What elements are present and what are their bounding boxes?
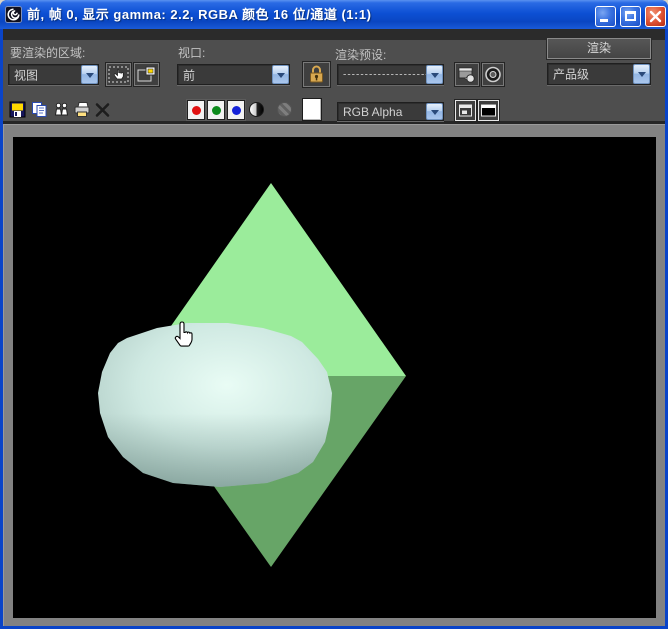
blue-channel-icon: [232, 106, 241, 115]
viewport-value: 前: [183, 66, 195, 83]
chevron-down-icon: [431, 73, 439, 82]
minimize-button[interactable]: [595, 6, 616, 27]
toggle-overlays-icon: [456, 101, 475, 120]
viewport-lock-button[interactable]: [303, 62, 330, 87]
red-channel-button[interactable]: [187, 100, 205, 120]
client-area: 要渲染的区域: 视图 视口: 前: [3, 29, 665, 626]
render-preset-label: 渲染预设:: [335, 46, 386, 63]
render-button-label: 渲染: [587, 41, 611, 55]
app-icon: [5, 6, 22, 23]
close-button[interactable]: [645, 6, 666, 27]
blue-channel-button[interactable]: [227, 100, 245, 120]
edit-region-icon: [107, 64, 130, 85]
capsule-object: [98, 323, 332, 487]
minimize-icon: [600, 19, 608, 22]
environment-dialog-button[interactable]: [482, 63, 504, 86]
green-channel-icon: [212, 106, 221, 115]
maximize-button[interactable]: [620, 6, 641, 27]
dropdown-arrow-button[interactable]: [633, 64, 650, 84]
render-frame-border: [3, 124, 665, 626]
display-channel-value: RGB Alpha: [343, 105, 402, 119]
rendered-frame-window: 前, 帧 0, 显示 gamma: 2.2, RGBA 颜色 16 位/通道 (…: [0, 0, 668, 629]
lock-icon: [304, 63, 329, 86]
area-to-render-label: 要渲染的区域:: [10, 44, 85, 61]
maximize-icon: [625, 11, 636, 21]
title-bar[interactable]: 前, 帧 0, 显示 gamma: 2.2, RGBA 颜色 16 位/通道 (…: [0, 0, 668, 29]
monochrome-button[interactable]: [249, 102, 264, 117]
clone-rendered-frame-window-button[interactable]: [53, 101, 70, 118]
render-scene: [13, 137, 656, 618]
color-swatch[interactable]: [302, 98, 322, 121]
print-image-button[interactable]: [73, 101, 91, 118]
render-button[interactable]: 渲染: [547, 38, 651, 59]
dropdown-arrow-button[interactable]: [81, 65, 98, 84]
save-image-button[interactable]: [9, 101, 26, 118]
clear-button[interactable]: [94, 101, 111, 118]
area-to-render-dropdown[interactable]: 视图: [8, 64, 99, 85]
edit-region-button[interactable]: [106, 63, 131, 86]
rendered-image[interactable]: [13, 137, 656, 618]
render-mode-value: 产品级: [553, 66, 589, 83]
render-mode-dropdown[interactable]: 产品级: [547, 63, 651, 85]
toggle-ui-icon: [479, 101, 498, 120]
chevron-down-icon: [277, 73, 285, 82]
alpha-channel-button[interactable]: [277, 102, 292, 117]
render-setup-button[interactable]: [455, 63, 479, 86]
environment-icon: [483, 64, 503, 85]
copy-image-button[interactable]: [31, 101, 48, 118]
display-channel-dropdown[interactable]: RGB Alpha: [337, 102, 444, 121]
toggle-overlays-button[interactable]: [455, 100, 476, 121]
dropdown-arrow-button[interactable]: [272, 65, 289, 84]
close-icon: [646, 7, 665, 26]
red-channel-icon: [192, 106, 201, 115]
auto-region-icon: [135, 64, 158, 85]
chevron-down-icon: [638, 72, 646, 81]
window-title: 前, 帧 0, 显示 gamma: 2.2, RGBA 颜色 16 位/通道 (…: [27, 0, 371, 29]
chevron-down-icon: [431, 110, 439, 119]
dropdown-arrow-button[interactable]: [426, 103, 443, 120]
dropdown-arrow-button[interactable]: [426, 65, 443, 84]
area-to-render-value: 视图: [14, 66, 38, 83]
toggle-ui-button[interactable]: [478, 100, 499, 121]
viewport-dropdown[interactable]: 前: [177, 64, 290, 85]
auto-region-button[interactable]: [134, 63, 159, 86]
render-preset-dropdown[interactable]: --------------------------: [337, 64, 444, 85]
viewport-label: 视口:: [178, 44, 205, 61]
green-channel-button[interactable]: [207, 100, 225, 120]
render-setup-icon: [456, 64, 478, 85]
chevron-down-icon: [86, 73, 94, 82]
